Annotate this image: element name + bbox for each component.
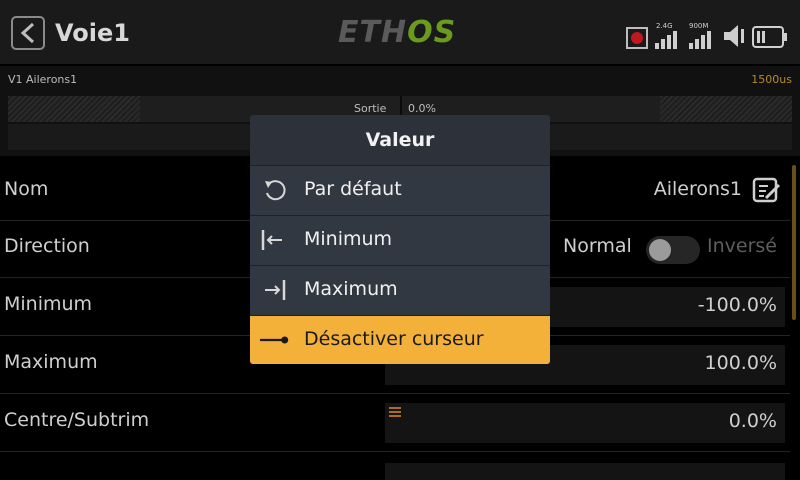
menu-item-disable-slider[interactable]: Désactiver curseur	[250, 315, 550, 364]
menu-item-default-label: Par défaut	[304, 178, 402, 200]
top-bar: Voie1 ETHOS 2.4G 900M	[0, 0, 800, 64]
next-field[interactable]	[385, 463, 785, 480]
menu-item-minimum-label: Minimum	[304, 228, 393, 250]
limit-hatch-left	[8, 96, 140, 122]
popup-title: Valeur	[250, 115, 550, 165]
center-field[interactable]: 0.0%	[385, 403, 785, 443]
chevron-left-icon	[20, 22, 35, 44]
svg-text:900M: 900M	[689, 22, 708, 30]
center-value: 0.0%	[728, 410, 777, 432]
trim-marker-icon	[389, 407, 401, 417]
channel-pulse: 1500us	[751, 73, 792, 86]
direction-toggle-knob[interactable]	[649, 239, 671, 261]
output-value: 0.0%	[408, 102, 436, 115]
row-next	[0, 453, 790, 480]
row-minimum-label: Minimum	[4, 293, 93, 315]
edit-icon[interactable]	[752, 176, 782, 204]
scrollbar[interactable]	[792, 165, 796, 320]
battery-icon	[752, 26, 787, 48]
channel-name: V1 Ailerons1	[8, 73, 78, 86]
page-title: Voie1	[55, 19, 130, 47]
menu-item-default[interactable]: Par défaut	[250, 165, 550, 215]
menu-item-minimum[interactable]: Minimum	[250, 215, 550, 265]
status-icons: 2.4G 900M	[626, 17, 788, 49]
menu-item-maximum[interactable]: Maximum	[250, 265, 550, 315]
direction-inverse-label: Inversé	[707, 235, 777, 257]
speaker-icon	[724, 25, 744, 47]
svg-text:2.4G: 2.4G	[656, 22, 673, 30]
row-center-label: Centre/Subtrim	[4, 409, 150, 431]
reset-icon	[265, 180, 286, 201]
name-value[interactable]: Ailerons1	[654, 178, 742, 200]
ethos-logo: ETHOS	[338, 15, 457, 50]
row-direction-label: Direction	[4, 235, 90, 257]
rf-signal-900m-icon: 900M	[689, 22, 711, 49]
maximum-value: 100.0%	[704, 352, 777, 374]
minimum-value: -100.0%	[697, 294, 777, 316]
rf-signal-2-4g-icon: 2.4G	[655, 22, 677, 49]
record-icon	[626, 27, 648, 49]
to-min-icon	[261, 230, 282, 250]
menu-item-disable-slider-label: Désactiver curseur	[304, 328, 484, 350]
back-button[interactable]	[11, 16, 45, 50]
direction-normal-label: Normal	[563, 235, 632, 257]
row-center: Centre/Subtrim 0.0%	[0, 395, 790, 452]
limit-hatch-right	[660, 96, 792, 122]
menu-item-maximum-label: Maximum	[304, 278, 398, 300]
output-label: Sortie	[354, 102, 387, 115]
to-max-icon	[265, 280, 286, 300]
value-popup: Valeur Par défaut Minimum Maximum Désact…	[250, 115, 550, 364]
row-maximum-label: Maximum	[4, 351, 98, 373]
row-name-label: Nom	[4, 178, 49, 200]
slider-disable-icon	[260, 336, 289, 344]
